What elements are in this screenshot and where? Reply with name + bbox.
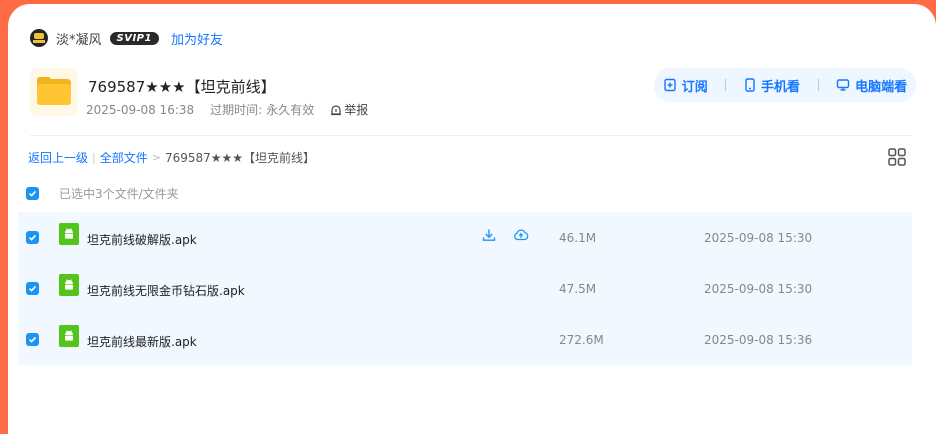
file-size: 47.5M: [559, 282, 597, 296]
report-button[interactable]: 举报: [330, 101, 368, 118]
share-title: 769587★★★【坦克前线】: [88, 78, 276, 96]
expire-value: 永久有效: [266, 103, 315, 117]
sharer-info: 淡*凝风 SVIP1 加为好友: [30, 28, 223, 48]
subscribe-label: 订阅: [681, 79, 708, 95]
cloud-save-icon[interactable]: [513, 228, 529, 242]
username[interactable]: 淡*凝风: [56, 29, 102, 48]
file-row[interactable]: 坦克前线破解版.apk 46.1M 2025-09-08 15:30: [18, 212, 912, 263]
select-all-checkbox[interactable]: [26, 187, 39, 200]
file-checkbox[interactable]: [26, 333, 39, 346]
check-icon: [28, 190, 37, 197]
file-size: 46.1M: [559, 231, 597, 245]
monitor-icon: [836, 79, 850, 91]
check-icon: [28, 285, 37, 292]
share-created-time: 2025-09-08 16:38: [86, 102, 195, 117]
phone-icon: [745, 78, 755, 92]
file-date: 2025-09-08 15:30: [704, 282, 813, 296]
report-label: 举报: [344, 103, 369, 117]
selection-count: 已选中3个文件/文件夹: [59, 187, 179, 201]
breadcrumb-separator: >: [151, 151, 161, 164]
header-divider: [30, 135, 912, 136]
check-icon: [28, 234, 37, 241]
android-icon: [59, 325, 79, 347]
subscribe-button[interactable]: 订阅: [663, 76, 708, 95]
breadcrumb-current: 769587★★★【坦克前线】: [164, 151, 316, 165]
pc-view-label: 电脑端看: [855, 79, 908, 95]
back-link[interactable]: 返回上一级: [28, 149, 88, 166]
android-icon: [59, 223, 79, 245]
check-icon: [28, 336, 37, 343]
add-friend-link[interactable]: 加为好友: [171, 29, 223, 48]
file-name[interactable]: 坦克前线无限金币钻石版.apk: [87, 282, 245, 299]
expire-label: 过期时间:: [210, 103, 263, 117]
folder-icon: [30, 68, 78, 116]
file-checkbox[interactable]: [26, 231, 39, 244]
pc-view-button[interactable]: 电脑端看: [836, 76, 907, 95]
share-card: 淡*凝风 SVIP1 加为好友 769587★★★【坦克前线】 2025-09-…: [8, 4, 936, 434]
phone-view-button[interactable]: 手机看: [744, 76, 800, 95]
file-list: 坦克前线破解版.apk 46.1M 2025-09-08 15:30 坦克前线无…: [18, 212, 912, 365]
android-icon: [59, 274, 79, 296]
grid-view-icon[interactable]: [888, 148, 906, 166]
download-icon[interactable]: [482, 228, 496, 242]
report-icon: [331, 104, 342, 115]
breadcrumb: 返回上一级 | 全部文件 > 769587★★★【坦克前线】: [28, 149, 316, 166]
file-date: 2025-09-08 15:30: [704, 231, 813, 245]
subscribe-icon: [664, 78, 676, 92]
file-date: 2025-09-08 15:36: [704, 333, 813, 347]
all-files-link[interactable]: 全部文件: [100, 149, 148, 166]
action-divider: [725, 79, 727, 91]
file-row[interactable]: 坦克前线无限金币钻石版.apk 47.5M 2025-09-08 15:30: [18, 263, 912, 314]
phone-view-label: 手机看: [760, 79, 800, 95]
select-all-row: 已选中3个文件/文件夹: [26, 185, 179, 202]
share-meta: 2025-09-08 16:38 过期时间: 永久有效 举报: [86, 101, 368, 118]
file-name[interactable]: 坦克前线最新版.apk: [87, 333, 197, 350]
view-actions: 订阅 手机看 电脑端看: [654, 68, 916, 102]
file-name[interactable]: 坦克前线破解版.apk: [87, 231, 197, 248]
vip-badge: SVIP1: [109, 31, 159, 45]
file-checkbox[interactable]: [26, 282, 39, 295]
file-size: 272.6M: [559, 333, 604, 347]
avatar[interactable]: [30, 29, 48, 47]
file-row[interactable]: 坦克前线最新版.apk 272.6M 2025-09-08 15:36: [18, 314, 912, 365]
action-divider: [817, 79, 819, 91]
